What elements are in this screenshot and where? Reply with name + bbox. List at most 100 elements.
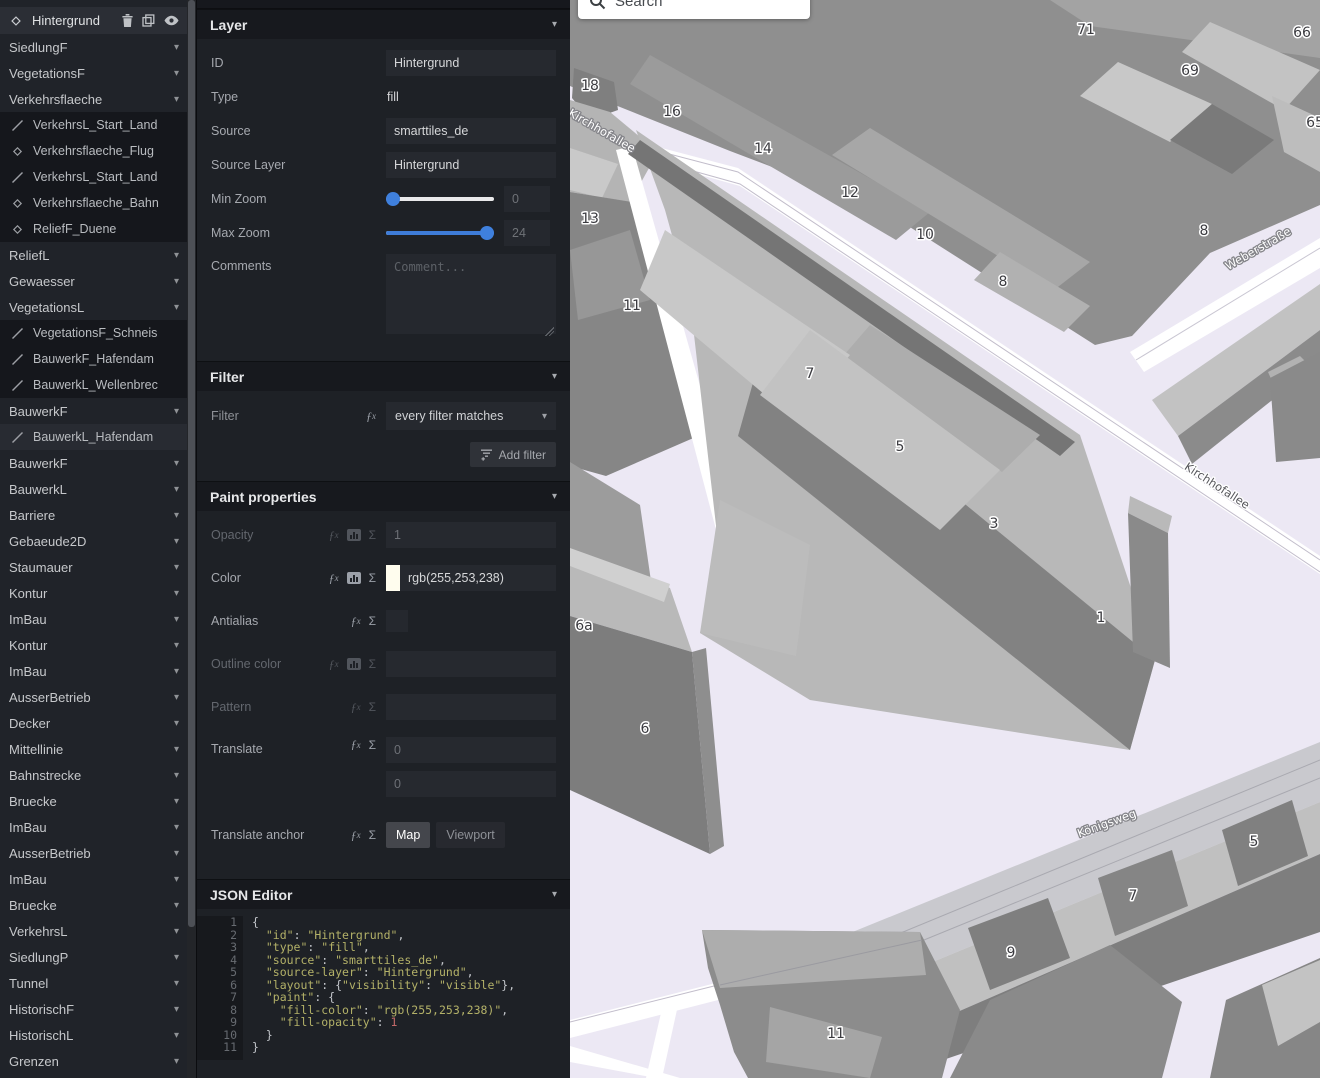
layer-group-item-siedlungp[interactable]: SiedlungP▾	[0, 944, 187, 970]
chevron-down-icon[interactable]: ▾	[174, 666, 179, 677]
layer-group-item-historischl[interactable]: HistorischL▾	[0, 1022, 187, 1048]
section-header-json-editor[interactable]: JSON Editor ▾	[197, 879, 570, 909]
data-function-icon[interactable]: Σ	[369, 528, 376, 542]
data-function-icon[interactable]: Σ	[369, 828, 376, 842]
layer-group-item-reliefl[interactable]: ReliefL▾	[0, 242, 187, 268]
chevron-down-icon[interactable]: ▾	[174, 510, 179, 521]
layer-item-relieff_duene[interactable]: ReliefF_Duene	[0, 216, 187, 242]
opacity-input[interactable]	[386, 522, 556, 548]
chevron-down-icon[interactable]: ▾	[174, 614, 179, 625]
layer-item-verkehrsl_start_land[interactable]: VerkehrsL_Start_Land	[0, 112, 187, 138]
layer-group-item-vegetationsl[interactable]: VegetationsL▾	[0, 294, 187, 320]
chevron-down-icon[interactable]: ▾	[174, 926, 179, 937]
chevron-down-icon[interactable]: ▾	[174, 484, 179, 495]
layer-group-item-barriere[interactable]: Barriere▾	[0, 502, 187, 528]
chevron-down-icon[interactable]: ▾	[174, 1056, 179, 1067]
chevron-down-icon[interactable]: ▾	[174, 822, 179, 833]
layer-group-item-imbau[interactable]: ImBau▾	[0, 814, 187, 840]
chevron-down-icon[interactable]: ▾	[174, 770, 179, 781]
layer-group-item-siedlungf[interactable]: SiedlungF▾	[0, 34, 187, 60]
chevron-down-icon[interactable]: ▾	[174, 718, 179, 729]
chevron-down-icon[interactable]: ▾	[174, 692, 179, 703]
layer-group-item-bauwerkf[interactable]: BauwerkF▾	[0, 398, 187, 424]
layer-group-item-staumauer[interactable]: Staumauer▾	[0, 554, 187, 580]
translate-anchor-option-map[interactable]: Map	[386, 822, 430, 848]
expression-icon[interactable]: ƒx	[329, 657, 339, 672]
chevron-down-icon[interactable]: ▾	[174, 952, 179, 963]
layer-group-item-grenzen[interactable]: Grenzen▾	[0, 1048, 187, 1074]
layer-item-verkehrsflaeche_flug[interactable]: Verkehrsflaeche_Flug	[0, 138, 187, 164]
min-zoom-slider[interactable]	[386, 192, 494, 206]
layer-source-layer-input[interactable]	[386, 152, 556, 178]
layer-group-item-gebaeude2d[interactable]: Gebaeude2D▾	[0, 528, 187, 554]
layer-item-hintergrund-selected[interactable]: Hintergrund	[0, 7, 187, 34]
chevron-down-icon[interactable]: ▾	[174, 796, 179, 807]
chevron-down-icon[interactable]: ▾	[174, 536, 179, 547]
layer-item-bauwerkf_hafendam[interactable]: BauwerkF_Hafendam	[0, 346, 187, 372]
layer-source-input[interactable]	[386, 118, 556, 144]
chevron-down-icon[interactable]: ▾	[174, 900, 179, 911]
add-filter-button[interactable]: Add filter	[470, 442, 556, 467]
layer-group-item-kontur[interactable]: Kontur▾	[0, 580, 187, 606]
map-search-input[interactable]	[615, 0, 814, 10]
chevron-down-icon[interactable]: ▾	[174, 250, 179, 261]
translate-input-0[interactable]	[386, 737, 556, 763]
zoom-function-icon[interactable]	[347, 658, 361, 670]
chevron-down-icon[interactable]: ▾	[174, 874, 179, 885]
slider-knob[interactable]	[386, 192, 400, 206]
layer-group-item-bahnstrecke[interactable]: Bahnstrecke▾	[0, 762, 187, 788]
chevron-down-icon[interactable]: ▾	[174, 588, 179, 599]
layer-group-item-ausserbetrieb[interactable]: AusserBetrieb▾	[0, 840, 187, 866]
expression-icon[interactable]: ƒx	[351, 828, 361, 843]
outline-color-input[interactable]	[386, 651, 556, 677]
expression-icon[interactable]: ƒx	[351, 737, 361, 752]
scrollbar-thumb[interactable]	[188, 0, 195, 927]
chevron-down-icon[interactable]: ▾	[174, 744, 179, 755]
json-editor[interactable]: 1234567891011 { "id": "Hintergrund", "ty…	[197, 909, 570, 1060]
chevron-down-icon[interactable]: ▾	[174, 406, 179, 417]
color-input[interactable]	[400, 565, 556, 591]
layer-item-verkehrsl_start_land[interactable]: VerkehrsL_Start_Land	[0, 164, 187, 190]
layer-item-bauwerkl_hafendam[interactable]: BauwerkL_Hafendam	[0, 424, 187, 450]
data-function-icon[interactable]: Σ	[369, 738, 376, 752]
zoom-function-icon[interactable]	[347, 529, 361, 541]
visibility-icon[interactable]	[164, 15, 179, 26]
chevron-down-icon[interactable]: ▾	[174, 276, 179, 287]
data-function-icon[interactable]: Σ	[369, 571, 376, 585]
chevron-down-icon[interactable]: ▾	[174, 42, 179, 53]
expression-icon[interactable]: ƒx	[329, 528, 339, 543]
layer-group-item-gewaesser[interactable]: Gewaesser▾	[0, 268, 187, 294]
layer-group-item-decker[interactable]: Decker▾	[0, 710, 187, 736]
layer-group-item-tunnel[interactable]: Tunnel▾	[0, 970, 187, 996]
chevron-down-icon[interactable]: ▾	[174, 302, 179, 313]
chevron-down-icon[interactable]: ▾	[174, 978, 179, 989]
layer-group-item-bruecke[interactable]: Bruecke▾	[0, 788, 187, 814]
max-zoom-value[interactable]: 24	[504, 220, 550, 246]
layer-group-item-historischf[interactable]: HistorischF▾	[0, 996, 187, 1022]
layer-group-item-ausserbetrieb[interactable]: AusserBetrieb▾	[0, 684, 187, 710]
layer-group-item-mittellinie[interactable]: Mittellinie▾	[0, 736, 187, 762]
map-search-box[interactable]	[578, 0, 810, 19]
min-zoom-value[interactable]: 0	[504, 186, 550, 212]
comments-textarea[interactable]	[386, 254, 556, 334]
map-view[interactable]: KirchhofalleeKirchhofalleeWeberstraßeKön…	[570, 0, 1320, 1078]
layer-group-item-vegetationsf[interactable]: VegetationsF▾	[0, 60, 187, 86]
antialias-checkbox[interactable]	[386, 610, 408, 632]
pattern-input[interactable]	[386, 694, 556, 720]
layer-group-item-kontur[interactable]: Kontur▾	[0, 632, 187, 658]
chevron-down-icon[interactable]: ▾	[174, 848, 179, 859]
expression-icon[interactable]: ƒx	[366, 409, 376, 424]
layer-group-item-bruecke[interactable]: Bruecke▾	[0, 892, 187, 918]
chevron-down-icon[interactable]: ▾	[174, 640, 179, 651]
chevron-down-icon[interactable]: ▾	[174, 458, 179, 469]
expression-icon[interactable]: ƒx	[351, 614, 361, 629]
chevron-down-icon[interactable]: ▾	[174, 1004, 179, 1015]
chevron-down-icon[interactable]: ▾	[174, 68, 179, 79]
chevron-down-icon[interactable]: ▾	[174, 562, 179, 573]
data-function-icon[interactable]: Σ	[369, 657, 376, 671]
filter-combiner-select[interactable]: every filter matches ▾	[386, 402, 556, 430]
translate-input-1[interactable]	[386, 771, 556, 797]
layer-item-verkehrsflaeche_bahn[interactable]: Verkehrsflaeche_Bahn	[0, 190, 187, 216]
layer-item-vegetationsf_schneis[interactable]: VegetationsF_Schneis	[0, 320, 187, 346]
section-header-layer[interactable]: Layer ▾	[197, 9, 570, 39]
